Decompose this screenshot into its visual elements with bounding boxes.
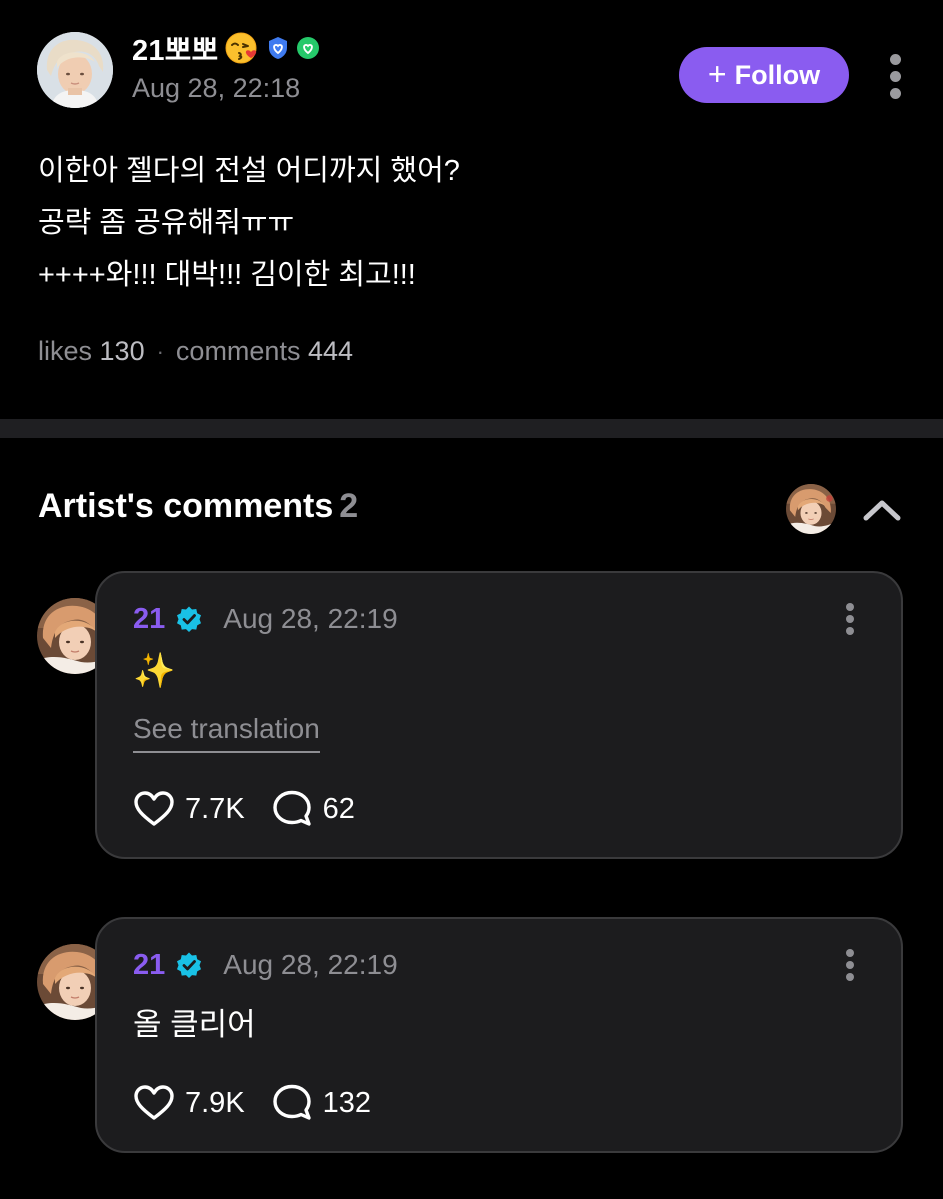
reply-count: 62 (322, 792, 355, 825)
comment-meta: 21 Aug 28, 22:19 (133, 945, 398, 985)
follow-label: Follow (734, 59, 821, 90)
kissing-face-emoji-icon (224, 30, 260, 66)
stats-separator: · (156, 338, 164, 364)
post-body-line: 공략 좀 공유해줘ㅠㅠ (38, 207, 295, 239)
reply-button[interactable]: 62 (271, 789, 355, 829)
like-button[interactable]: 7.9K (133, 1083, 245, 1123)
speech-bubble-icon (272, 790, 311, 826)
verified-check-icon (175, 951, 203, 979)
heart-outline-icon (134, 1085, 174, 1120)
comment-timestamp: Aug 28, 22:19 (223, 949, 398, 980)
reply-button[interactable]: 132 (271, 1083, 371, 1123)
comments-count: 444 (307, 336, 354, 366)
plus-icon: + (707, 56, 727, 92)
collapse-chevron-up-icon[interactable] (858, 488, 906, 532)
author-name[interactable]: 21뽀뽀 (132, 27, 218, 69)
verified-check-icon (175, 605, 203, 633)
post-header: 21뽀뽀 Aug 28, 22:18 + Follow (0, 0, 943, 140)
comment-timestamp: Aug 28, 22:19 (223, 603, 398, 634)
likes-label: likes (38, 336, 93, 366)
comment-meta: 21 Aug 28, 22:19 (133, 599, 398, 639)
artist-comment-card[interactable]: 21 Aug 28, 22:19 ✨ See translation 7.7K … (95, 571, 903, 859)
speech-bubble-icon (272, 1084, 311, 1120)
follow-button[interactable]: + Follow (679, 47, 849, 103)
post-body: 이한아 젤다의 전설 어디까지 했어? 공략 좀 공유해줘ㅠㅠ ++++와!!!… (38, 145, 908, 301)
post-more-kebab-icon[interactable] (880, 52, 912, 100)
artist-comments-title: Artist's comments 2 (38, 487, 358, 526)
comment-author[interactable]: 21 (133, 949, 165, 982)
section-divider (0, 419, 943, 438)
author-row: 21뽀뽀 (132, 28, 320, 68)
comments-stat[interactable]: comments 444 (176, 336, 353, 367)
comment-author[interactable]: 21 (133, 603, 165, 636)
like-count: 7.7K (185, 792, 245, 825)
artist-comments-count: 2 (339, 487, 359, 525)
artist-comment-card[interactable]: 21 Aug 28, 22:19 올 클리어 7.9K 132 (95, 917, 903, 1153)
comment-more-kebab-icon[interactable] (841, 947, 861, 983)
reply-count: 132 (322, 1086, 372, 1119)
post-stats: likes 130 · comments 444 (38, 336, 353, 367)
like-button[interactable]: 7.7K (133, 789, 245, 829)
comment-text: 올 클리어 (133, 1007, 256, 1042)
comments-label: comments (175, 336, 301, 366)
heart-outline-icon (134, 791, 174, 826)
like-count: 7.9K (185, 1086, 245, 1119)
comment-text: ✨ (133, 652, 176, 690)
likes-count: 130 (99, 336, 145, 366)
post-body-line: ++++와!!! 대박!!! 김이한 최고!!! (38, 259, 416, 291)
comment-more-kebab-icon[interactable] (841, 601, 861, 637)
post-timestamp: Aug 28, 22:18 (132, 73, 301, 103)
likes-stat[interactable]: likes 130 (38, 336, 145, 367)
author-avatar[interactable] (37, 32, 113, 108)
post-body-line: 이한아 젤다의 전설 어디까지 했어? (38, 155, 460, 187)
reaction-row: 7.9K 132 (133, 1083, 397, 1123)
blue-shield-heart-badge-icon (266, 36, 290, 60)
artist-header-avatar[interactable] (786, 484, 836, 534)
reaction-row: 7.7K 62 (133, 789, 381, 829)
green-shield-heart-badge-icon (296, 36, 320, 60)
artist-avatar-image (786, 484, 836, 534)
see-translation-link[interactable]: See translation (133, 713, 320, 753)
author-avatar-image (37, 32, 113, 108)
artist-comments-title-label: Artist's comments (38, 487, 334, 525)
